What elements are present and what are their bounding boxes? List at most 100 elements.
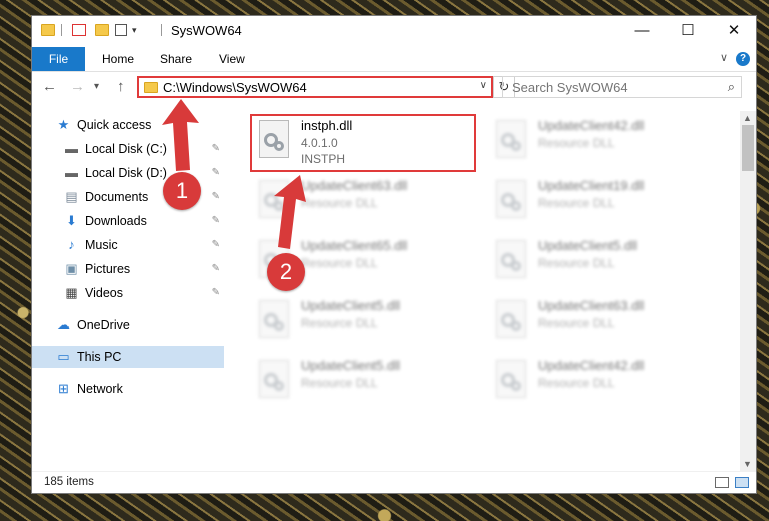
sidebar-item-downloads[interactable]: ⬇ Downloads ✎	[32, 210, 224, 232]
file-item[interactable]: UpdateClient5.dll Resource DLL	[253, 296, 473, 352]
maximize-button[interactable]: ☐	[665, 16, 711, 46]
sidebar-item-onedrive[interactable]: ☁ OneDrive	[32, 314, 224, 336]
back-icon[interactable]: ←	[42, 78, 57, 95]
up-icon[interactable]: ↑	[117, 78, 125, 95]
file-description: Resource DLL	[538, 256, 615, 270]
maximize-icon: ☐	[681, 22, 695, 39]
sidebar-item-videos[interactable]: ▦ Videos ✎	[32, 282, 224, 304]
address-bar[interactable]: C:\Windows\SysWOW64 ∨	[137, 76, 493, 98]
search-icon[interactable]: ⌕	[728, 79, 735, 95]
sidebar-item-label: Pictures	[85, 262, 131, 276]
search-input[interactable]	[503, 77, 731, 97]
file-item[interactable]: UpdateClient63.dll Resource DLL	[253, 176, 473, 232]
file-description: Resource DLL	[301, 376, 378, 390]
dll-file-icon	[496, 180, 526, 218]
step-1-badge: 1	[163, 172, 201, 210]
file-name: UpdateClient5.dll	[538, 238, 638, 253]
file-description: Resource DLL	[301, 196, 378, 210]
pin-icon[interactable]: ✎	[212, 138, 220, 160]
sidebar-item-pictures[interactable]: ▣ Pictures ✎	[32, 258, 224, 280]
file-name: UpdateClient42.dll	[538, 118, 645, 133]
dll-file-icon	[496, 360, 526, 398]
separator	[61, 24, 62, 36]
dll-file-icon	[259, 360, 289, 398]
sidebar-item-label: Music	[85, 238, 118, 252]
file-description: Resource DLL	[301, 256, 378, 270]
navigation-pane: ★ Quick access ▬ Local Disk (C:) ✎ ▬ Loc…	[32, 112, 225, 462]
scroll-up-icon[interactable]: ▲	[743, 113, 752, 123]
file-description: Resource DLL	[538, 376, 615, 390]
file-description: Resource DLL	[538, 196, 615, 210]
window-title: SysWOW64	[171, 23, 242, 38]
item-count: 185 items	[44, 476, 94, 488]
sidebar-item-label: Local Disk (C:)	[85, 142, 167, 156]
pin-icon[interactable]: ✎	[212, 282, 220, 304]
expand-ribbon-icon[interactable]: ∨	[720, 51, 728, 64]
separator	[161, 24, 162, 36]
pin-icon[interactable]: ✎	[212, 186, 220, 208]
tab-view[interactable]: View	[219, 47, 245, 71]
cloud-icon: ☁	[57, 317, 70, 332]
sidebar-item-label: Documents	[85, 190, 149, 204]
properties-icon[interactable]	[72, 24, 86, 36]
file-item[interactable]: UpdateClient42.dll Resource DLL	[490, 116, 710, 172]
folder-icon[interactable]	[41, 24, 55, 36]
step-2-badge: 2	[267, 253, 305, 291]
dll-file-icon	[496, 240, 526, 278]
pin-icon[interactable]: ✎	[212, 162, 220, 184]
new-folder-icon[interactable]	[95, 24, 109, 36]
sidebar-item-label: This PC	[77, 350, 122, 364]
chevron-down-icon[interactable]: ∨	[480, 80, 487, 91]
folder-icon	[144, 82, 158, 93]
pin-icon[interactable]: ✎	[212, 210, 220, 232]
sidebar-item-this-pc[interactable]: ▭ This PC	[32, 346, 224, 368]
forward-icon[interactable]: →	[70, 78, 85, 95]
title-bar: ▾ SysWOW64 — ☐ ✕	[32, 16, 756, 47]
dll-file-icon	[259, 300, 289, 338]
address-path: C:\Windows\SysWOW64	[163, 80, 307, 95]
navigation-bar: ← → ▾ ↑ C:\Windows\SysWOW64 ∨ ↻ ⌕	[32, 72, 756, 104]
videos-icon: ▦	[65, 285, 78, 300]
sidebar-item-music[interactable]: ♪ Music ✎	[32, 234, 224, 256]
sidebar-item-local-disk-c[interactable]: ▬ Local Disk (C:) ✎	[32, 138, 224, 160]
tab-home[interactable]: Home	[102, 47, 134, 71]
sidebar-item-quick-access[interactable]: ★ Quick access	[32, 114, 224, 136]
file-item[interactable]: UpdateClient63.dll Resource DLL	[490, 296, 710, 352]
scrollbar-thumb[interactable]	[742, 125, 754, 171]
pin-icon[interactable]: ✎	[212, 234, 220, 256]
highlight-box	[250, 114, 476, 172]
file-item[interactable]: UpdateClient42.dll Resource DLL	[490, 356, 710, 412]
file-name: UpdateClient65.dll	[301, 238, 408, 253]
network-icon: ⊞	[58, 381, 69, 396]
recent-locations-icon[interactable]: ▾	[94, 81, 99, 92]
details-view-icon[interactable]	[715, 477, 729, 488]
file-item[interactable]: UpdateClient19.dll Resource DLL	[490, 176, 710, 232]
drive-icon: ▬	[65, 141, 78, 156]
pin-icon[interactable]: ✎	[212, 258, 220, 280]
sidebar-item-label: Downloads	[85, 214, 147, 228]
download-icon: ⬇	[66, 213, 77, 228]
sidebar-item-label: OneDrive	[77, 318, 130, 332]
help-icon[interactable]: ?	[736, 52, 750, 66]
customize-toolbar-icon[interactable]	[115, 24, 127, 36]
sidebar-item-label: Videos	[85, 286, 123, 300]
pictures-icon: ▣	[65, 261, 78, 276]
file-item[interactable]: UpdateClient5.dll Resource DLL	[253, 356, 473, 412]
minimize-button[interactable]: —	[619, 16, 665, 46]
chevron-down-icon[interactable]: ▾	[132, 24, 146, 36]
dll-file-icon	[259, 180, 289, 218]
scroll-down-icon[interactable]: ▼	[743, 459, 752, 469]
file-item[interactable]: UpdateClient5.dll Resource DLL	[490, 236, 710, 292]
file-name: UpdateClient5.dll	[301, 298, 401, 313]
sidebar-item-label: Local Disk (D:)	[85, 166, 167, 180]
search-box[interactable]: ⌕	[502, 76, 742, 98]
vertical-scrollbar[interactable]: ▲ ▼	[740, 111, 756, 471]
sidebar-item-network[interactable]: ⊞ Network	[32, 378, 224, 400]
ribbon-tabs: File Home Share View ∨ ?	[32, 47, 756, 72]
file-description: Resource DLL	[301, 316, 378, 330]
drive-icon: ▬	[65, 165, 78, 180]
close-button[interactable]: ✕	[711, 16, 757, 46]
tab-share[interactable]: Share	[160, 47, 192, 71]
tab-file[interactable]: File	[32, 47, 85, 71]
large-icons-view-icon[interactable]	[735, 477, 749, 488]
